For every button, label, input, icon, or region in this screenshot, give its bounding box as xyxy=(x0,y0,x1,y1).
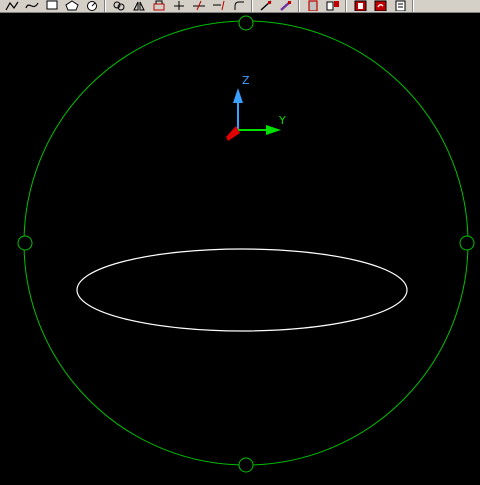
move-icon[interactable] xyxy=(169,0,189,12)
draw-toolbar-group xyxy=(0,0,105,12)
sphere-outline[interactable] xyxy=(23,20,469,466)
explode-icon[interactable] xyxy=(323,0,343,12)
circle-center-icon[interactable] xyxy=(82,0,102,12)
undo-render-icon[interactable] xyxy=(370,0,390,12)
cad-application: Z Y xyxy=(0,0,480,485)
z-axis-label: Z xyxy=(242,74,250,87)
section-icon[interactable] xyxy=(303,0,323,12)
spline-icon[interactable] xyxy=(22,0,42,12)
drawing-viewport[interactable]: Z Y xyxy=(0,13,480,485)
bottom-grip[interactable] xyxy=(238,457,254,473)
polyline-icon[interactable] xyxy=(2,0,22,12)
drawing-canvas[interactable]: Z Y xyxy=(0,13,480,485)
left-grip[interactable] xyxy=(17,235,33,251)
toolbar xyxy=(0,0,480,13)
mirror-icon[interactable] xyxy=(129,0,149,12)
eraser-icon[interactable] xyxy=(276,0,296,12)
y-axis-label: Y xyxy=(278,114,286,127)
ucs-icon: Z Y xyxy=(226,74,286,141)
fillet-icon[interactable] xyxy=(229,0,249,12)
extend-icon[interactable] xyxy=(209,0,229,12)
z-axis-arrow xyxy=(233,88,243,103)
rectangle-icon[interactable] xyxy=(42,0,62,12)
ellipse-profile[interactable] xyxy=(76,248,408,332)
view-toolbar-group xyxy=(301,0,346,12)
polygon-icon[interactable] xyxy=(62,0,82,12)
edit-toolbar-group xyxy=(254,0,299,12)
stretch-icon[interactable] xyxy=(149,0,169,12)
trim-icon[interactable] xyxy=(189,0,209,12)
copy-icon[interactable] xyxy=(109,0,129,12)
render-icon[interactable] xyxy=(350,0,370,12)
pencil-icon[interactable] xyxy=(256,0,276,12)
properties-icon[interactable] xyxy=(390,0,410,12)
top-grip[interactable] xyxy=(238,15,254,31)
modify-toolbar-group xyxy=(107,0,252,12)
right-grip[interactable] xyxy=(459,235,475,251)
render-toolbar-group xyxy=(348,0,413,12)
